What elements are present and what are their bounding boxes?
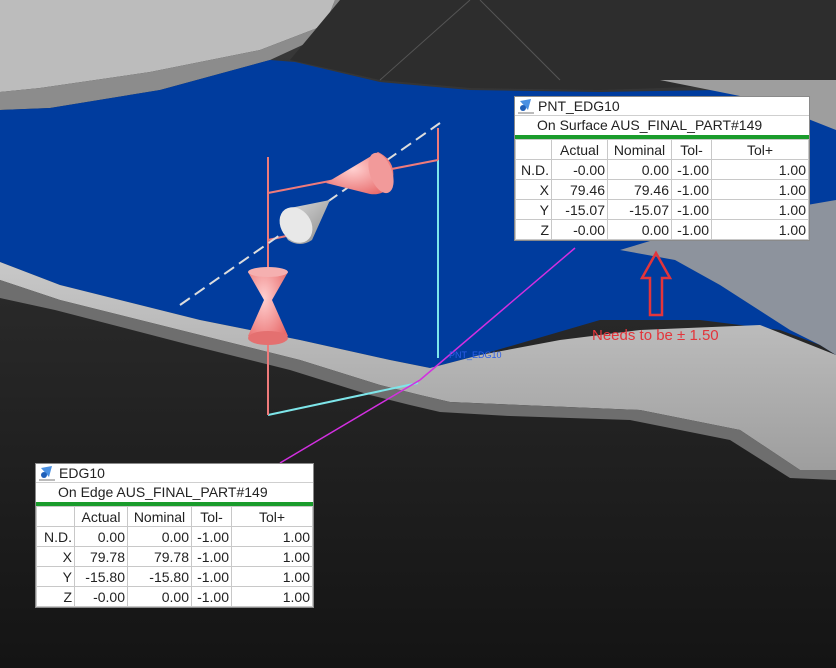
table-row: N.D. -0.00 0.00 -1.00 1.00 [515, 159, 809, 180]
column-header [515, 139, 552, 160]
table-header: PNT_EDG10 [515, 97, 809, 115]
axis-cell: X [36, 546, 75, 567]
tol-minus-cell: -1.00 [671, 179, 712, 200]
axis-cell: Y [515, 199, 552, 220]
axis-cell: Z [36, 586, 75, 607]
tol-plus-cell: 1.00 [231, 586, 313, 607]
actual-cell: -0.00 [551, 159, 608, 180]
axis-cell: Z [515, 219, 552, 240]
actual-cell: -15.07 [551, 199, 608, 220]
dimension-grid: Actual Nominal Tol- Tol+ N.D. -0.00 0.00… [515, 139, 809, 240]
tol-plus-cell: 1.00 [711, 199, 809, 220]
column-header: Tol- [671, 139, 712, 160]
tol-minus-cell: -1.00 [191, 526, 232, 547]
tol-plus-cell: 1.00 [711, 159, 809, 180]
actual-cell: -0.00 [74, 586, 128, 607]
tol-minus-cell: -1.00 [671, 219, 712, 240]
tol-plus-cell: 1.00 [231, 546, 313, 567]
actual-cell: -0.00 [551, 219, 608, 240]
nominal-cell: 79.46 [607, 179, 672, 200]
point-label: PNT_EDG10 [449, 350, 502, 360]
table-row: Y -15.07 -15.07 -1.00 1.00 [515, 199, 809, 220]
axis-cell: Y [36, 566, 75, 587]
tol-minus-cell: -1.00 [191, 546, 232, 567]
actual-cell: 79.46 [551, 179, 608, 200]
axis-cell: N.D. [36, 526, 75, 547]
dimension-table-edg10[interactable]: EDG10 On Edge AUS_FINAL_PART#149 Actual … [35, 463, 314, 608]
table-title: EDG10 [59, 465, 105, 481]
tol-plus-cell: 1.00 [231, 566, 313, 587]
probe-point-icon [518, 99, 534, 114]
tolerance-annotation: Needs to be ± 1.50 [592, 327, 719, 344]
table-row: X 79.46 79.46 -1.00 1.00 [515, 179, 809, 200]
nominal-cell: 0.00 [607, 219, 672, 240]
tol-minus-cell: -1.00 [671, 199, 712, 220]
probe-hourglass-top [248, 267, 288, 277]
column-header: Nominal [127, 506, 192, 527]
column-header: Tol+ [711, 139, 809, 160]
tol-plus-cell: 1.00 [711, 179, 809, 200]
table-header: EDG10 [36, 464, 313, 482]
feature-name: On Surface AUS_FINAL_PART#149 [515, 115, 809, 135]
tol-minus-cell: -1.00 [191, 566, 232, 587]
nominal-cell: 79.78 [127, 546, 192, 567]
column-header: Nominal [607, 139, 672, 160]
table-title: PNT_EDG10 [538, 98, 620, 114]
actual-cell: 0.00 [74, 526, 128, 547]
table-row: X 79.78 79.78 -1.00 1.00 [36, 546, 313, 567]
table-row: Y -15.80 -15.80 -1.00 1.00 [36, 566, 313, 587]
column-header: Tol+ [231, 506, 313, 527]
nominal-cell: -15.80 [127, 566, 192, 587]
tol-minus-cell: -1.00 [671, 159, 712, 180]
nominal-cell: 0.00 [127, 586, 192, 607]
tol-minus-cell: -1.00 [191, 586, 232, 607]
column-header: Actual [74, 506, 128, 527]
nominal-cell: 0.00 [127, 526, 192, 547]
table-row: N.D. 0.00 0.00 -1.00 1.00 [36, 526, 313, 547]
dimension-table-pnt-edg10[interactable]: PNT_EDG10 On Surface AUS_FINAL_PART#149 … [514, 96, 810, 241]
axis-cell: X [515, 179, 552, 200]
dimension-grid: Actual Nominal Tol- Tol+ N.D. 0.00 0.00 … [36, 506, 313, 607]
column-header: Actual [551, 139, 608, 160]
probe-hourglass-bottom [248, 331, 288, 345]
nominal-cell: 0.00 [607, 159, 672, 180]
table-row: Z -0.00 0.00 -1.00 1.00 [515, 219, 809, 240]
tol-plus-cell: 1.00 [231, 526, 313, 547]
actual-cell: 79.78 [74, 546, 128, 567]
column-header [36, 506, 75, 527]
probe-point-icon [39, 466, 55, 481]
table-header-row: Actual Nominal Tol- Tol+ [36, 506, 313, 527]
fixture-top-right [290, 0, 836, 90]
column-header: Tol- [191, 506, 232, 527]
tol-plus-cell: 1.00 [711, 219, 809, 240]
axis-cell: N.D. [515, 159, 552, 180]
table-row: Z -0.00 0.00 -1.00 1.00 [36, 586, 313, 607]
feature-name: On Edge AUS_FINAL_PART#149 [36, 482, 313, 502]
table-header-row: Actual Nominal Tol- Tol+ [515, 139, 809, 160]
nominal-cell: -15.07 [607, 199, 672, 220]
actual-cell: -15.80 [74, 566, 128, 587]
